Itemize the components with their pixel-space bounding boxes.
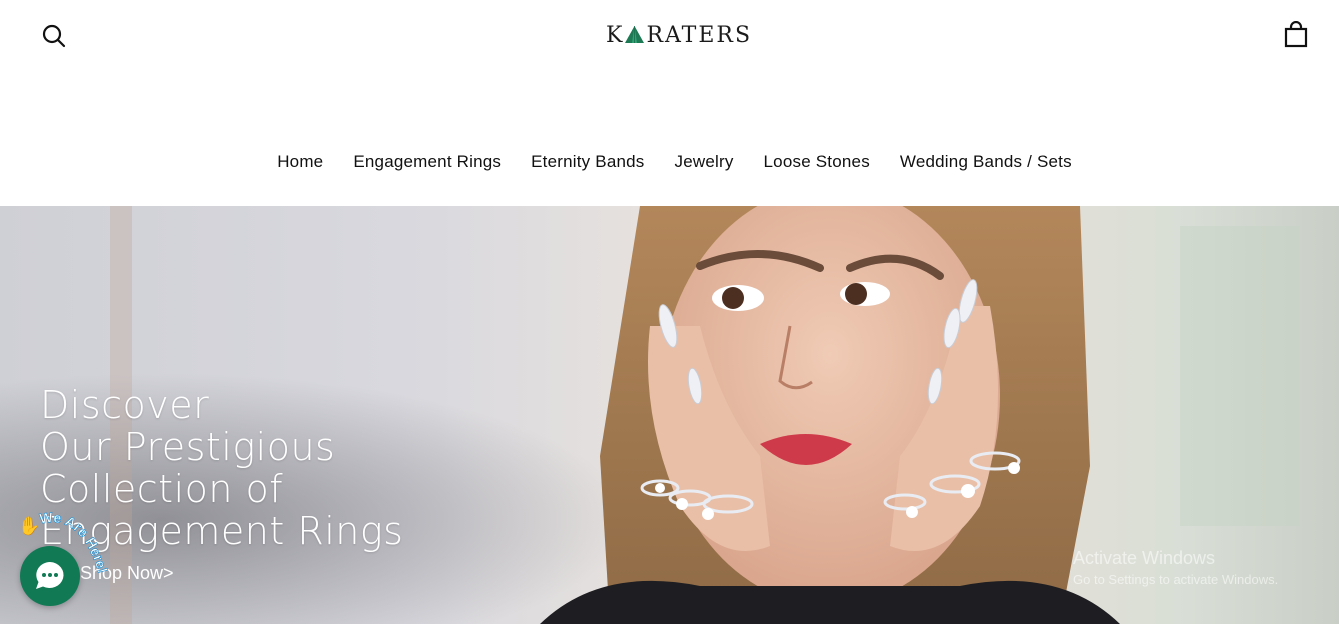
hero-heading-line-4: Engagement Rings (40, 509, 404, 553)
diamond-logo-icon (625, 26, 645, 43)
chat-bubble-icon (36, 562, 64, 589)
hero-heading-line-3: Collection of (40, 467, 284, 511)
shop-now-link[interactable]: Shop Now> (80, 563, 174, 584)
nav-item-wedding-bands-sets[interactable]: Wedding Bands / Sets (885, 152, 1087, 172)
nav-item-jewelry[interactable]: Jewelry (660, 152, 749, 172)
search-icon (42, 24, 66, 48)
chat-widget-button[interactable] (20, 546, 80, 606)
nav-item-eternity-bands[interactable]: Eternity Bands (516, 152, 659, 172)
search-button[interactable] (40, 22, 68, 50)
nav-item-loose-stones[interactable]: Loose Stones (749, 152, 885, 172)
hero-heading-line-1: Discover (40, 383, 210, 427)
shopping-bag-icon (1284, 20, 1308, 48)
hero-heading: Discover Our Prestigious Collection of E… (40, 384, 403, 552)
site-logo[interactable]: K RATERS (606, 22, 752, 48)
logo-letter-k: K (606, 22, 625, 48)
nav-item-home[interactable]: Home (262, 152, 338, 172)
activate-windows-subtitle: Go to Settings to activate Windows. (1073, 572, 1279, 587)
main-navigation: Home Engagement Rings Eternity Bands Jew… (0, 152, 1339, 172)
hero-heading-line-2: Our Prestigious (40, 425, 336, 469)
nav-item-engagement-rings[interactable]: Engagement Rings (338, 152, 516, 172)
activate-windows-title: Activate Windows (1073, 548, 1216, 568)
cart-button[interactable] (1282, 20, 1310, 49)
activate-windows-watermark: Activate Windows Go to Settings to activ… (1073, 548, 1278, 587)
logo-wordmark: RATERS (646, 22, 753, 48)
site-header: K RATERS Home Engagement Rings Eternity … (0, 0, 1339, 206)
